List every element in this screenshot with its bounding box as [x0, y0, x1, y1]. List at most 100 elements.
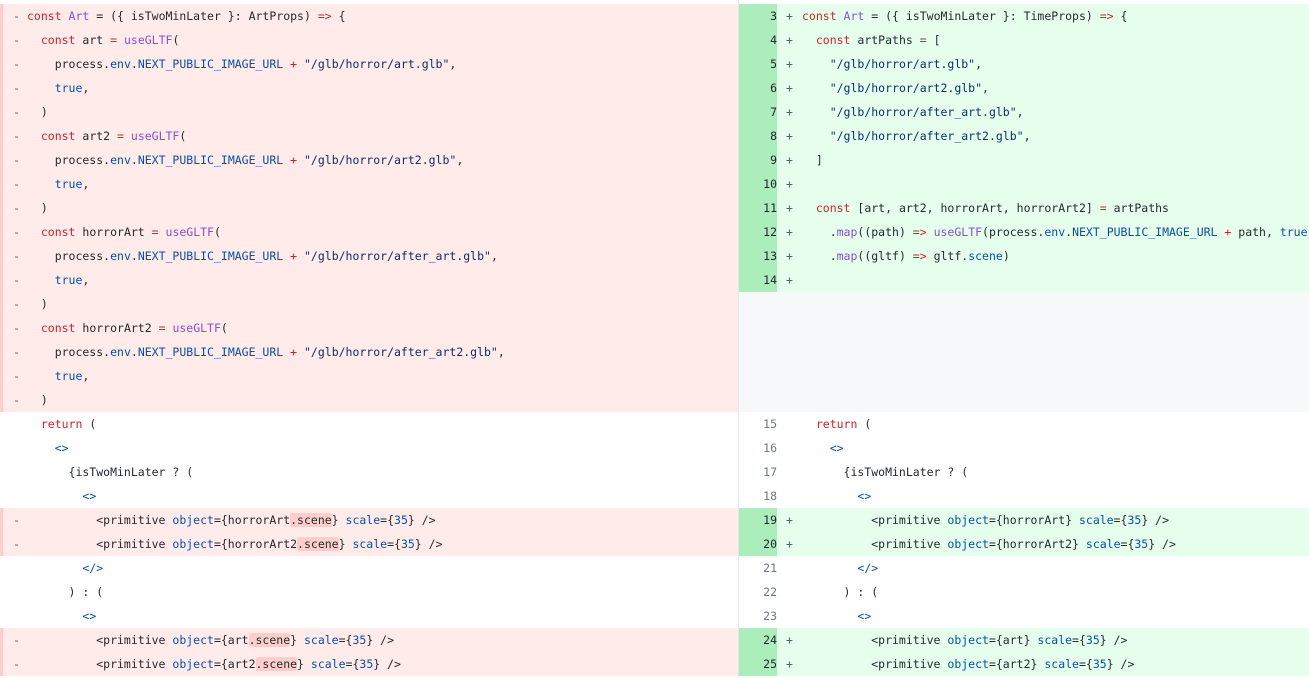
- code-token: } />: [407, 513, 436, 527]
- code-line: "/glb/horror/after_art.glb",: [802, 100, 1024, 124]
- code-token: true: [54, 273, 83, 287]
- code-token: process.: [27, 345, 111, 359]
- diff-line-ctx: return (: [0, 412, 738, 436]
- code-token: "/glb/horror/after_art2.glb": [829, 129, 1024, 143]
- code-token: ={art2}: [988, 657, 1045, 671]
- diff-line-del: - <primitive object={art.scene} scale={3…: [0, 628, 738, 652]
- code-line: "/glb/horror/art.glb",: [802, 52, 982, 76]
- diff-line-del: - <primitive object={art2.scene} scale={…: [0, 652, 738, 676]
- diff-marker: -: [13, 657, 20, 671]
- code-token: ,: [82, 369, 90, 383]
- code-line: true,: [27, 76, 90, 100]
- code-token: scale: [1078, 513, 1114, 527]
- diff-marker: +: [786, 537, 793, 551]
- code-token: object: [172, 657, 214, 671]
- code-token: }: [331, 513, 346, 527]
- code-token: ={: [1120, 537, 1135, 551]
- code-token: =>: [317, 9, 332, 23]
- code-token: 35: [359, 657, 374, 671]
- code-token: object: [947, 537, 989, 551]
- diff-marker: -: [13, 33, 20, 47]
- code-token: =: [158, 321, 173, 335]
- code-line: ): [27, 292, 48, 316]
- line-number: 22: [763, 585, 777, 599]
- code-token: "/glb/horror/art2.glb": [304, 153, 457, 167]
- code-token: ={: [1072, 633, 1086, 647]
- diff-line-ctx: 21 </>: [739, 556, 1309, 580]
- code-token: const: [815, 33, 858, 47]
- diff-marker: +: [786, 105, 793, 119]
- code-line: true,: [27, 268, 90, 292]
- code-line: true,: [27, 364, 90, 388]
- code-token: scale: [1044, 657, 1079, 671]
- diff-line-del: - const horrorArt = useGLTF(: [0, 220, 738, 244]
- diff-marker: +: [786, 129, 793, 143]
- code-line: .map((path) => useGLTF(process.env.NEXT_…: [802, 220, 1309, 244]
- code-token: .: [130, 153, 138, 167]
- code-token: }: [338, 537, 353, 551]
- line-number: 24: [739, 628, 777, 652]
- code-token: [: [933, 33, 941, 47]
- code-token: NEXT_PUBLIC_IMAGE_URL: [137, 345, 284, 359]
- code-token: } />: [414, 537, 443, 551]
- diff-line-del: - ): [0, 388, 738, 412]
- diff-line-empty: [739, 388, 1309, 412]
- diff-marker: +: [786, 33, 793, 47]
- code-token: env: [110, 153, 131, 167]
- code-token: ((gltf): [857, 249, 913, 263]
- code-token: .: [130, 57, 138, 71]
- code-token: process.: [27, 57, 111, 71]
- code-line: <primitive object={art.scene} scale={35}…: [27, 628, 394, 652]
- diff-line-del: - ): [0, 196, 738, 220]
- code-token: (: [172, 33, 180, 47]
- code-token: (: [213, 225, 221, 239]
- code-token: } />: [1141, 513, 1170, 527]
- diff-marker: -: [13, 513, 20, 527]
- diff-pane-before: - const Art = ({ isTwoMinLater }: ArtProp…: [0, 4, 738, 676]
- code-token: ={: [338, 633, 353, 647]
- code-line: <primitive object={horrorArt2.scene} sca…: [27, 532, 443, 556]
- diff-marker: -: [13, 297, 20, 311]
- diff-line-add: 8 + "/glb/horror/after_art2.glb",: [739, 124, 1309, 148]
- code-token: ): [27, 393, 48, 407]
- code-token: gltf.: [933, 249, 969, 263]
- diff-marker: +: [786, 153, 793, 167]
- line-number: 19: [739, 508, 777, 532]
- code-line: process.env.NEXT_PUBLIC_IMAGE_URL + "/gl…: [27, 52, 457, 76]
- diff-line-ctx: 15 return (: [739, 412, 1309, 436]
- line-number: 25: [739, 652, 777, 676]
- code-line: <primitive object={art2.scene} scale={35…: [27, 652, 401, 676]
- diff-line-empty: [739, 292, 1309, 316]
- code-token: <primitive: [802, 633, 948, 647]
- code-token: (: [864, 417, 872, 431]
- diff-marker: -: [13, 81, 20, 95]
- code-line: ]: [802, 148, 823, 172]
- code-token: <primitive: [802, 657, 948, 671]
- line-number: 7: [739, 100, 777, 124]
- code-token: .scene: [255, 657, 298, 671]
- diff-marker: -: [13, 177, 20, 191]
- diff-line-add: 13 + .map((gltf) => gltf.scene): [739, 244, 1309, 268]
- line-number: 12: [739, 220, 777, 244]
- line-number: 10: [739, 172, 777, 196]
- code-line: "/glb/horror/art2.glb",: [802, 76, 989, 100]
- code-token: =>: [912, 249, 934, 263]
- code-token: object: [947, 633, 989, 647]
- code-token: [art, art2, horrorArt, horrorArt2]: [857, 201, 1100, 215]
- code-line: ): [27, 196, 48, 220]
- code-line: ) : (: [802, 580, 879, 604]
- diff-line-del: - true,: [0, 172, 738, 196]
- code-token: =: [110, 33, 124, 47]
- code-token: ): [27, 297, 48, 311]
- diff-marker: +: [786, 633, 793, 647]
- code-token: env: [110, 345, 131, 359]
- diff-line-add: 12 + .map((path) => useGLTF(process.env.N…: [739, 220, 1309, 244]
- code-token: process.: [27, 249, 111, 263]
- diff-marker: -: [13, 129, 20, 143]
- code-token: ={: [1113, 513, 1128, 527]
- code-token: scale: [303, 633, 339, 647]
- code-token: .: [802, 225, 837, 239]
